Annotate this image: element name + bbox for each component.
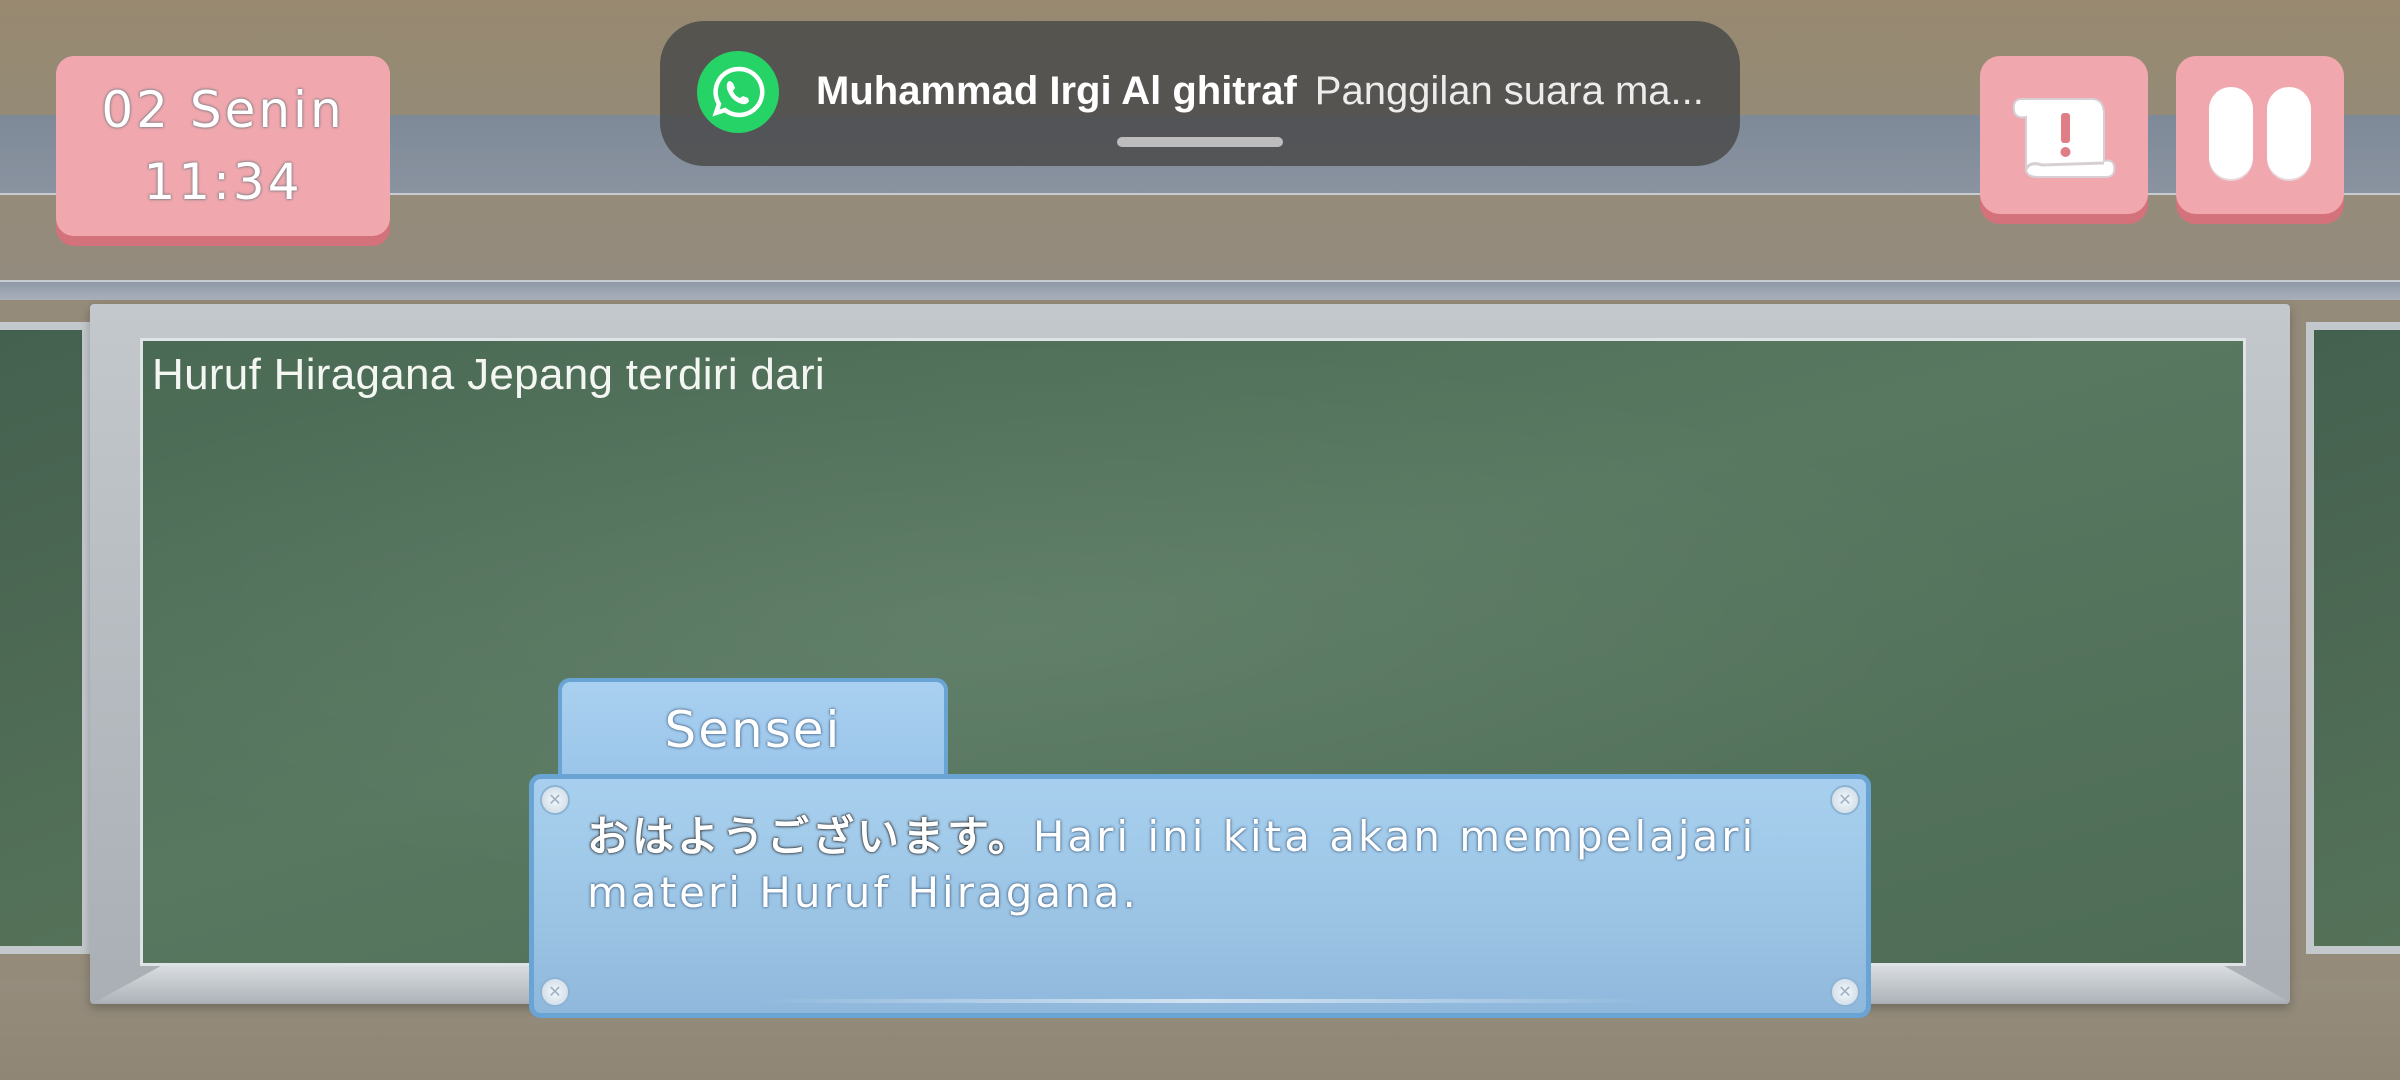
speaker-name: Sensei <box>664 701 842 759</box>
side-chalkboard-right <box>2306 322 2400 954</box>
board-top-rail <box>0 280 2400 300</box>
dialog-text: おはようございます。Hari ini kita akan mempelajari… <box>587 809 1807 921</box>
dialog-divider <box>754 999 1654 1003</box>
pause-icon <box>2202 87 2318 183</box>
whatsapp-icon <box>697 51 779 133</box>
date-time-panel: 02 Senin 11:34 <box>56 56 390 236</box>
scroll-exclamation-icon <box>2012 98 2116 178</box>
notification-message: Panggilan suara ma... <box>1314 69 1704 113</box>
clock-label: 11:34 <box>143 153 303 211</box>
whatsapp-notification[interactable]: Muhammad Irgi Al ghitraf Panggilan suara … <box>660 21 1740 166</box>
screw-icon: ✕ <box>1830 977 1860 1007</box>
dialog-box[interactable]: ✕ ✕ ✕ ✕ おはようございます。Hari ini kita akan mem… <box>529 774 1871 1018</box>
pause-button[interactable] <box>2176 56 2344 214</box>
chalkboard-text: Huruf Hiragana Jepang terdiri dari <box>152 350 825 399</box>
dialog-text-japanese: おはようございます。 <box>587 812 1033 861</box>
notification-sender: Muhammad Irgi Al ghitraf <box>816 69 1297 113</box>
notification-drag-handle[interactable] <box>1117 137 1283 147</box>
screw-icon: ✕ <box>1830 785 1860 815</box>
screw-icon: ✕ <box>540 977 570 1007</box>
notification-text: Muhammad Irgi Al ghitraf Panggilan suara … <box>816 69 1704 114</box>
side-chalkboard-left <box>0 322 90 954</box>
quest-button[interactable] <box>1980 56 2148 214</box>
speaker-name-tab: Sensei <box>558 678 948 778</box>
screw-icon: ✕ <box>540 785 570 815</box>
day-label: 02 Senin <box>101 81 345 139</box>
